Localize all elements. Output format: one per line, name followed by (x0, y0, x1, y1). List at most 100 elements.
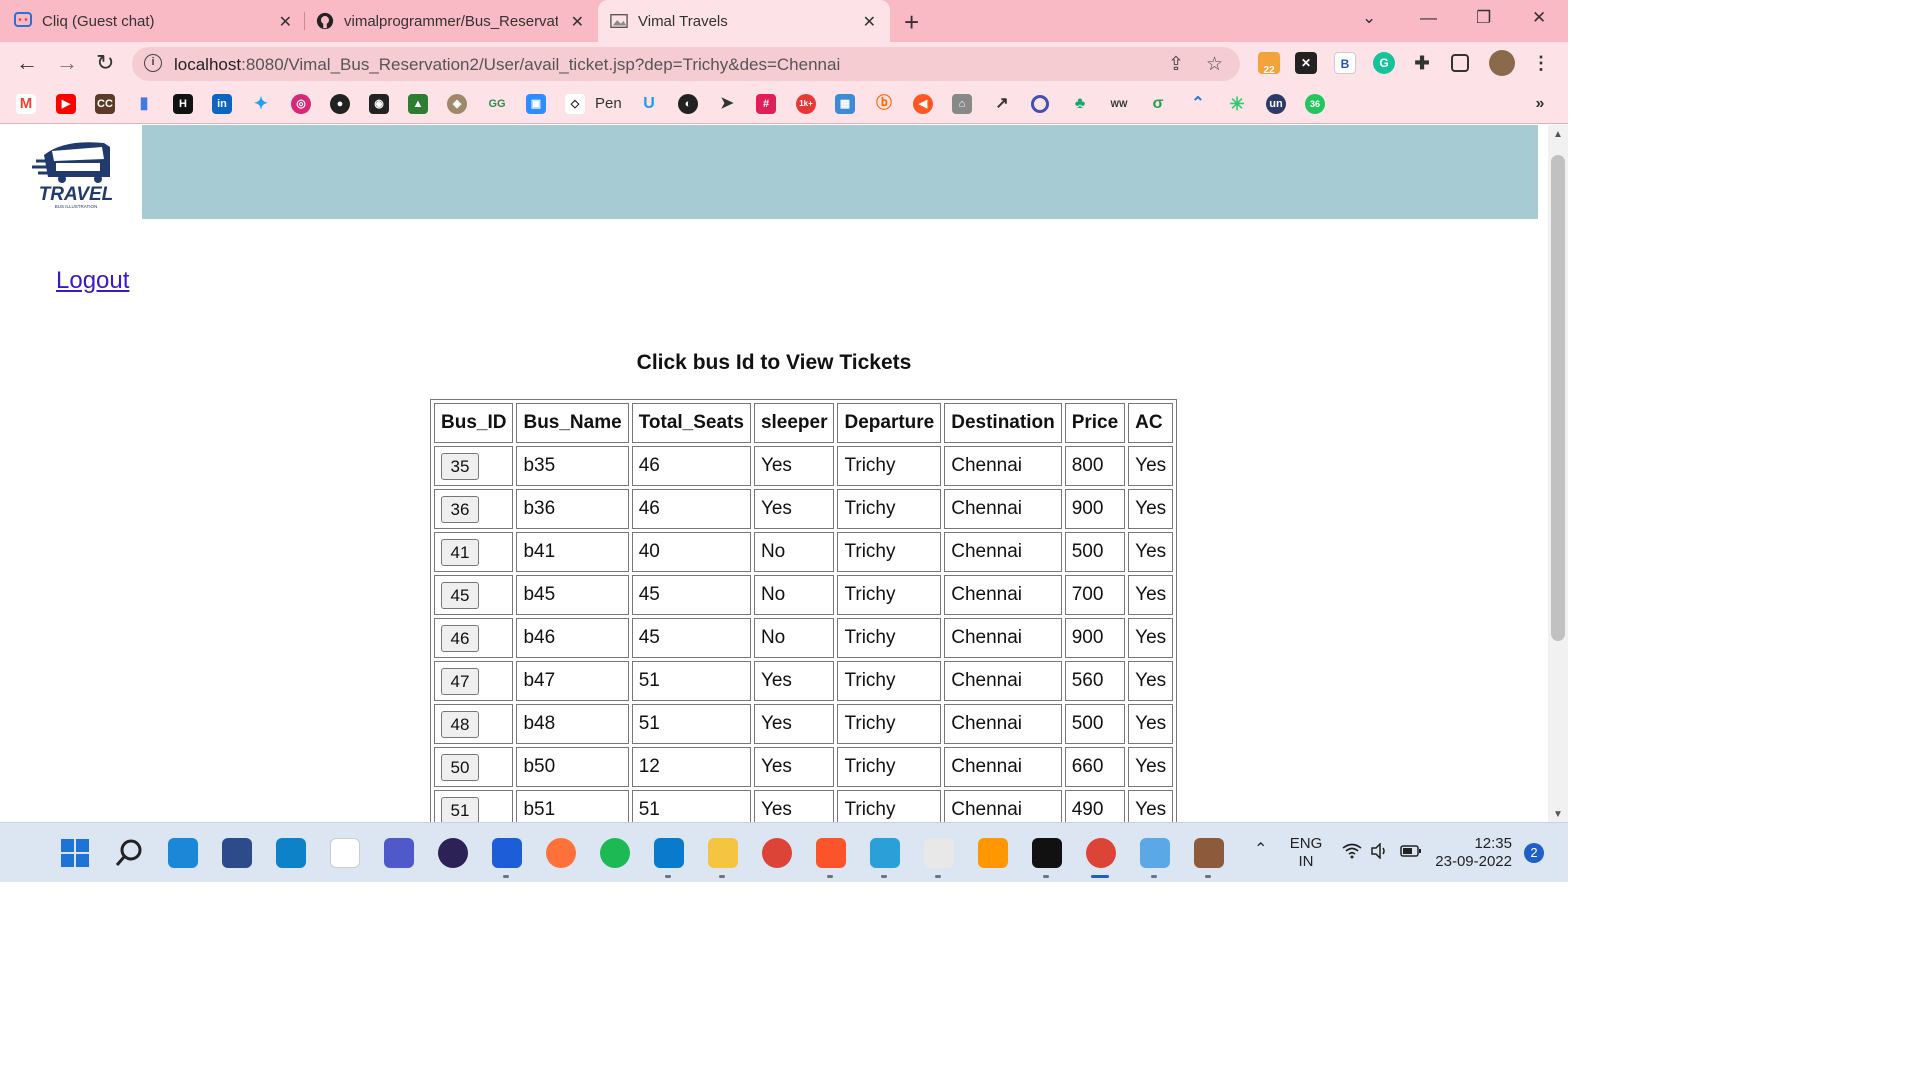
hashnode-icon[interactable]: H (173, 94, 193, 114)
slack-icon[interactable]: # (756, 94, 776, 114)
globe-icon[interactable]: ◐ (678, 94, 698, 114)
scroll-up-icon[interactable]: ▲ (1553, 129, 1563, 140)
scrollbar-thumb[interactable] (1551, 155, 1565, 641)
analytics-icon[interactable]: ▮ (134, 94, 154, 114)
chrome-icon[interactable] (762, 838, 792, 868)
minimize-icon[interactable]: — (1420, 8, 1437, 28)
bus-id-button[interactable]: 45 (441, 581, 479, 609)
search-icon[interactable] (114, 838, 144, 868)
close-tab-icon[interactable]: ✕ (279, 12, 292, 32)
windows-start-icon[interactable] (60, 838, 90, 868)
bus-id-button[interactable]: 48 (441, 710, 479, 738)
terminal-icon[interactable] (1032, 838, 1062, 868)
notification-app-icon[interactable]: 1k+ (796, 94, 816, 114)
back-icon[interactable]: ← (16, 50, 38, 76)
calendar-extension-icon[interactable]: 22 (1258, 52, 1280, 76)
address-bar[interactable]: i localhost:8080/Vimal_Bus_Reservation2/… (132, 47, 1240, 81)
new-tab-icon[interactable]: + (904, 7, 919, 38)
gmail-icon[interactable]: M (16, 94, 36, 114)
trees-icon[interactable]: ♣ (1070, 94, 1090, 114)
zoom-icon[interactable]: ▣ (526, 94, 546, 114)
vscode-icon[interactable] (654, 838, 684, 868)
minecraft-icon[interactable] (1194, 838, 1224, 868)
url-text[interactable]: localhost:8080/Vimal_Bus_Reservation2/Us… (174, 55, 840, 75)
tray-chevron-up-icon[interactable]: ⌃ (1254, 841, 1267, 859)
cat-extension-icon[interactable]: ✕ (1295, 52, 1317, 74)
scroll-down-icon[interactable]: ▼ (1553, 809, 1563, 820)
youtube-icon[interactable]: ▶ (56, 94, 76, 114)
file-explorer-icon[interactable] (708, 838, 738, 868)
ring-icon[interactable] (1031, 95, 1049, 113)
wifi-icon[interactable] (1342, 843, 1362, 864)
thirtysix-icon[interactable]: 36 (1305, 94, 1325, 114)
reload-icon[interactable]: ↻ (96, 50, 114, 76)
spotify-icon[interactable] (600, 838, 630, 868)
bus-id-button[interactable]: 47 (441, 667, 479, 695)
sigma-icon[interactable]: σ (1148, 94, 1168, 114)
circle-app-icon[interactable]: ◉ (369, 94, 389, 114)
send-icon[interactable]: ➤ (717, 94, 737, 114)
grammarly-icon[interactable]: G (1373, 52, 1395, 74)
emblem-icon[interactable]: ◈ (447, 94, 467, 114)
tab-vimal-travels[interactable]: Vimal Travels ✕ (598, 0, 890, 42)
battery-icon[interactable] (1400, 844, 1422, 863)
language-indicator[interactable]: ENG IN (1286, 835, 1326, 871)
remote-desktop-icon[interactable] (1140, 838, 1170, 868)
eclipse-icon[interactable] (438, 838, 468, 868)
brave-icon[interactable] (816, 838, 846, 868)
geeksforgeeks-icon[interactable]: GG (487, 94, 507, 114)
pen-bookmark-label[interactable]: Pen (595, 95, 622, 112)
wordmark-icon[interactable]: WW (1109, 94, 1129, 114)
forward-icon[interactable]: → (56, 50, 78, 76)
linkedin-icon[interactable]: in (212, 94, 232, 114)
instagram-icon[interactable]: ◎ (291, 94, 311, 114)
bookmark-star-icon[interactable]: ☆ (1206, 53, 1223, 76)
tab-cliq[interactable]: Cliq (Guest chat) ✕ (14, 0, 302, 42)
bus-id-button[interactable]: 50 (441, 753, 479, 781)
tab-search-chevron-icon[interactable]: ⌄ (1362, 8, 1376, 28)
volume-icon[interactable] (1370, 842, 1390, 864)
landscape-icon[interactable]: ▲ (408, 94, 428, 114)
page-scrollbar[interactable]: ▲ ▼ (1548, 125, 1568, 822)
close-tab-icon[interactable]: ✕ (571, 12, 584, 32)
bookmarks-overflow-icon[interactable]: » (1530, 94, 1550, 114)
webflow-icon[interactable]: U (639, 94, 659, 114)
desktop-app-icon[interactable] (168, 838, 198, 868)
orange-circle-icon[interactable]: ◀ (913, 94, 933, 114)
close-tab-icon[interactable]: ✕ (863, 12, 876, 32)
share-icon[interactable]: ⇪ (1168, 53, 1184, 76)
chrome-profile-icon[interactable] (1086, 838, 1116, 868)
sublime-icon[interactable] (978, 838, 1008, 868)
whiteboard-icon[interactable] (492, 838, 522, 868)
bus-id-button[interactable]: 51 (441, 796, 479, 822)
dare2compete-icon[interactable] (330, 838, 360, 868)
bus-id-button[interactable]: 35 (441, 452, 479, 480)
cc-icon[interactable]: CC (95, 94, 115, 114)
store-icon[interactable] (222, 838, 252, 868)
java-icon[interactable] (924, 838, 954, 868)
notification-badge[interactable]: 2 (1524, 843, 1544, 863)
extensions-puzzle-icon[interactable]: ✚ (1411, 52, 1433, 74)
asterisk-icon[interactable]: ✳ (1227, 94, 1247, 114)
bus-id-button[interactable]: 41 (441, 538, 479, 566)
chevron-logo-icon[interactable]: ⌃ (1188, 94, 1208, 114)
notepad-icon[interactable] (870, 838, 900, 868)
blocks-icon[interactable]: ▦ (835, 94, 855, 114)
b-orange-icon[interactable]: ⓑ (874, 94, 894, 114)
firefox-icon[interactable] (546, 838, 576, 868)
bus-id-button[interactable]: 36 (441, 495, 479, 523)
codepen-icon[interactable]: ◇ (565, 94, 585, 114)
logout-link[interactable]: Logout (56, 267, 129, 295)
bus-id-button[interactable]: 46 (441, 624, 479, 652)
profile-avatar[interactable] (1489, 50, 1515, 76)
app-square-icon[interactable] (276, 838, 306, 868)
building-icon[interactable]: ⌂ (952, 94, 972, 114)
b-extension-icon[interactable]: B (1334, 52, 1356, 74)
site-info-icon[interactable]: i (144, 54, 162, 72)
teams-icon[interactable] (384, 838, 414, 868)
github-bookmark-icon[interactable]: ● (330, 94, 350, 114)
side-panel-icon[interactable] (1451, 54, 1469, 72)
unstop-icon[interactable]: un (1266, 94, 1286, 114)
tab-github[interactable]: vimalprogrammer/Bus_Reservatio ✕ (316, 0, 598, 42)
twitter-icon[interactable]: ✦ (251, 94, 271, 114)
